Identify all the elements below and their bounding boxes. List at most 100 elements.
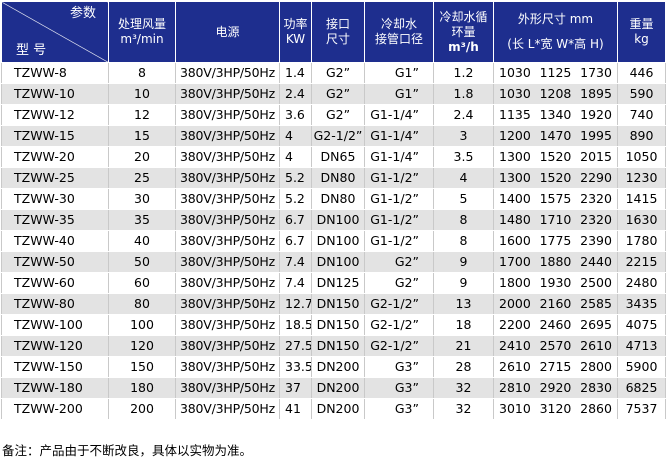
dimensions-cell: 1030 1208 1895 [493, 83, 618, 105]
airflow-cell: 30 [108, 188, 176, 210]
cooling-flow-cell: 13 [433, 293, 494, 315]
width-value: 2715 [539, 359, 572, 374]
model-cell: TZWW-10 [1, 83, 109, 105]
header-port-title1: 接口 [325, 17, 350, 31]
dimensions-cell: 3010 3120 2860 [493, 398, 618, 420]
cooling-port-cell: G3” [364, 398, 434, 420]
width-value: 2160 [539, 296, 572, 311]
cooling-flow-cell: 1.8 [433, 83, 494, 105]
kw-cell: 5.2 [279, 167, 312, 189]
height-value: 2585 [580, 296, 612, 311]
port-size-cell: DN80 [311, 167, 365, 189]
model-cell: TZWW-150 [1, 356, 109, 378]
height-value: 2290 [580, 170, 612, 185]
height-value: 2830 [580, 380, 612, 395]
table-header: 参数 型 号 处理风量 m³/min 电源 功率 KW 接口 尺寸 冷却水 接管… [1, 1, 666, 63]
airflow-cell: 35 [108, 209, 176, 231]
header-airflow-unit: m³/min [120, 32, 164, 46]
power-source-cell: 380V/3HP/50Hz [175, 293, 280, 315]
kw-cell: 33.5 [279, 356, 312, 378]
table-row: TZWW-12 12 380V/3HP/50Hz 3.6 G2” G1-1/4” 2.4 11… [1, 104, 666, 126]
width-value: 2920 [539, 380, 572, 395]
airflow-cell: 80 [108, 293, 176, 315]
dimensions-cell: 2810 2920 2830 [493, 377, 618, 399]
model-cell: TZWW-50 [1, 251, 109, 273]
cooling-flow-cell: 4 [433, 167, 494, 189]
dimensions-cell: 2410 2570 2610 [493, 335, 618, 357]
height-value: 1895 [580, 86, 612, 101]
width-value: 1208 [539, 86, 572, 101]
kw-cell: 4 [279, 125, 312, 147]
cooling-port-cell: G1-1/2” [364, 230, 434, 252]
width-value: 1775 [539, 233, 572, 248]
port-size-cell: DN100 [311, 230, 365, 252]
airflow-cell: 120 [108, 335, 176, 357]
weight-cell: 1780 [617, 230, 666, 252]
header-airflow: 处理风量 m³/min [108, 1, 176, 63]
height-value: 2440 [580, 254, 612, 269]
kw-cell: 5.2 [279, 188, 312, 210]
height-value: 2860 [580, 401, 612, 416]
dimensions-cell: 1030 1125 1730 [493, 62, 618, 84]
weight-cell: 5900 [617, 356, 666, 378]
width-value: 1930 [539, 275, 572, 290]
kw-cell: 37 [279, 377, 312, 399]
cooling-flow-cell: 3 [433, 125, 494, 147]
cooling-port-cell: G2” [364, 251, 434, 273]
table-row: TZWW-80 80 380V/3HP/50Hz 12.7 DN150 G2-1/2” 13… [1, 293, 666, 315]
cooling-flow-cell: 18 [433, 314, 494, 336]
port-size-cell: DN200 [311, 398, 365, 420]
cooling-port-cell: G1” [364, 62, 434, 84]
power-source-cell: 380V/3HP/50Hz [175, 188, 280, 210]
power-source-cell: 380V/3HP/50Hz [175, 314, 280, 336]
footnote: 备注：产品由于不断改良，具体以实物为准。 [2, 443, 253, 458]
table-row: TZWW-25 25 380V/3HP/50Hz 5.2 DN80 G1-1/2” 4 130… [1, 167, 666, 189]
table-body: TZWW-8 8 380V/3HP/50Hz 1.4 G2” G1” 1.2 1030 1125… [1, 62, 666, 420]
kw-cell: 4 [279, 146, 312, 168]
height-value: 2695 [580, 317, 612, 332]
length-value: 1400 [499, 191, 531, 206]
cooling-port-cell: G1” [364, 83, 434, 105]
height-value: 2610 [580, 338, 612, 353]
cooling-port-cell: G2-1/2” [364, 335, 434, 357]
weight-cell: 1230 [617, 167, 666, 189]
height-value: 2500 [580, 275, 612, 290]
cooling-port-cell: G2-1/2” [364, 314, 434, 336]
length-value: 1700 [499, 254, 531, 269]
port-size-cell: DN150 [311, 335, 365, 357]
power-source-cell: 380V/3HP/50Hz [175, 62, 280, 84]
header-cooling-flow-unit: m³/h [448, 39, 479, 54]
model-cell: TZWW-25 [1, 167, 109, 189]
power-source-cell: 380V/3HP/50Hz [175, 104, 280, 126]
header-weight-unit: kg [634, 32, 649, 46]
airflow-cell: 12 [108, 104, 176, 126]
power-source-cell: 380V/3HP/50Hz [175, 272, 280, 294]
airflow-cell: 200 [108, 398, 176, 420]
model-cell: TZWW-20 [1, 146, 109, 168]
power-source-cell: 380V/3HP/50Hz [175, 83, 280, 105]
width-value: 2460 [539, 317, 572, 332]
table-row: TZWW-40 40 380V/3HP/50Hz 6.7 DN100 G1-1/2” 8 16… [1, 230, 666, 252]
power-source-cell: 380V/3HP/50Hz [175, 377, 280, 399]
weight-cell: 446 [617, 62, 666, 84]
dimensions-cell: 2200 2460 2695 [493, 314, 618, 336]
dimensions-cell: 1700 1880 2440 [493, 251, 618, 273]
dimensions-cell: 1600 1775 2390 [493, 230, 618, 252]
dimensions-cell: 1800 1930 2500 [493, 272, 618, 294]
port-size-cell: DN150 [311, 293, 365, 315]
length-value: 3010 [499, 401, 531, 416]
airflow-cell: 20 [108, 146, 176, 168]
header-kw-title: 功率 [283, 17, 308, 31]
header-kw-unit: KW [285, 32, 306, 46]
airflow-cell: 150 [108, 356, 176, 378]
dimensions-cell: 1135 1340 1920 [493, 104, 618, 126]
width-value: 1710 [539, 212, 572, 227]
weight-cell: 2480 [617, 272, 666, 294]
length-value: 1600 [499, 233, 531, 248]
header-port: 接口 尺寸 [311, 1, 365, 63]
weight-cell: 4075 [617, 314, 666, 336]
port-size-cell: G2” [311, 62, 365, 84]
model-cell: TZWW-15 [1, 125, 109, 147]
cooling-flow-cell: 9 [433, 272, 494, 294]
airflow-cell: 60 [108, 272, 176, 294]
